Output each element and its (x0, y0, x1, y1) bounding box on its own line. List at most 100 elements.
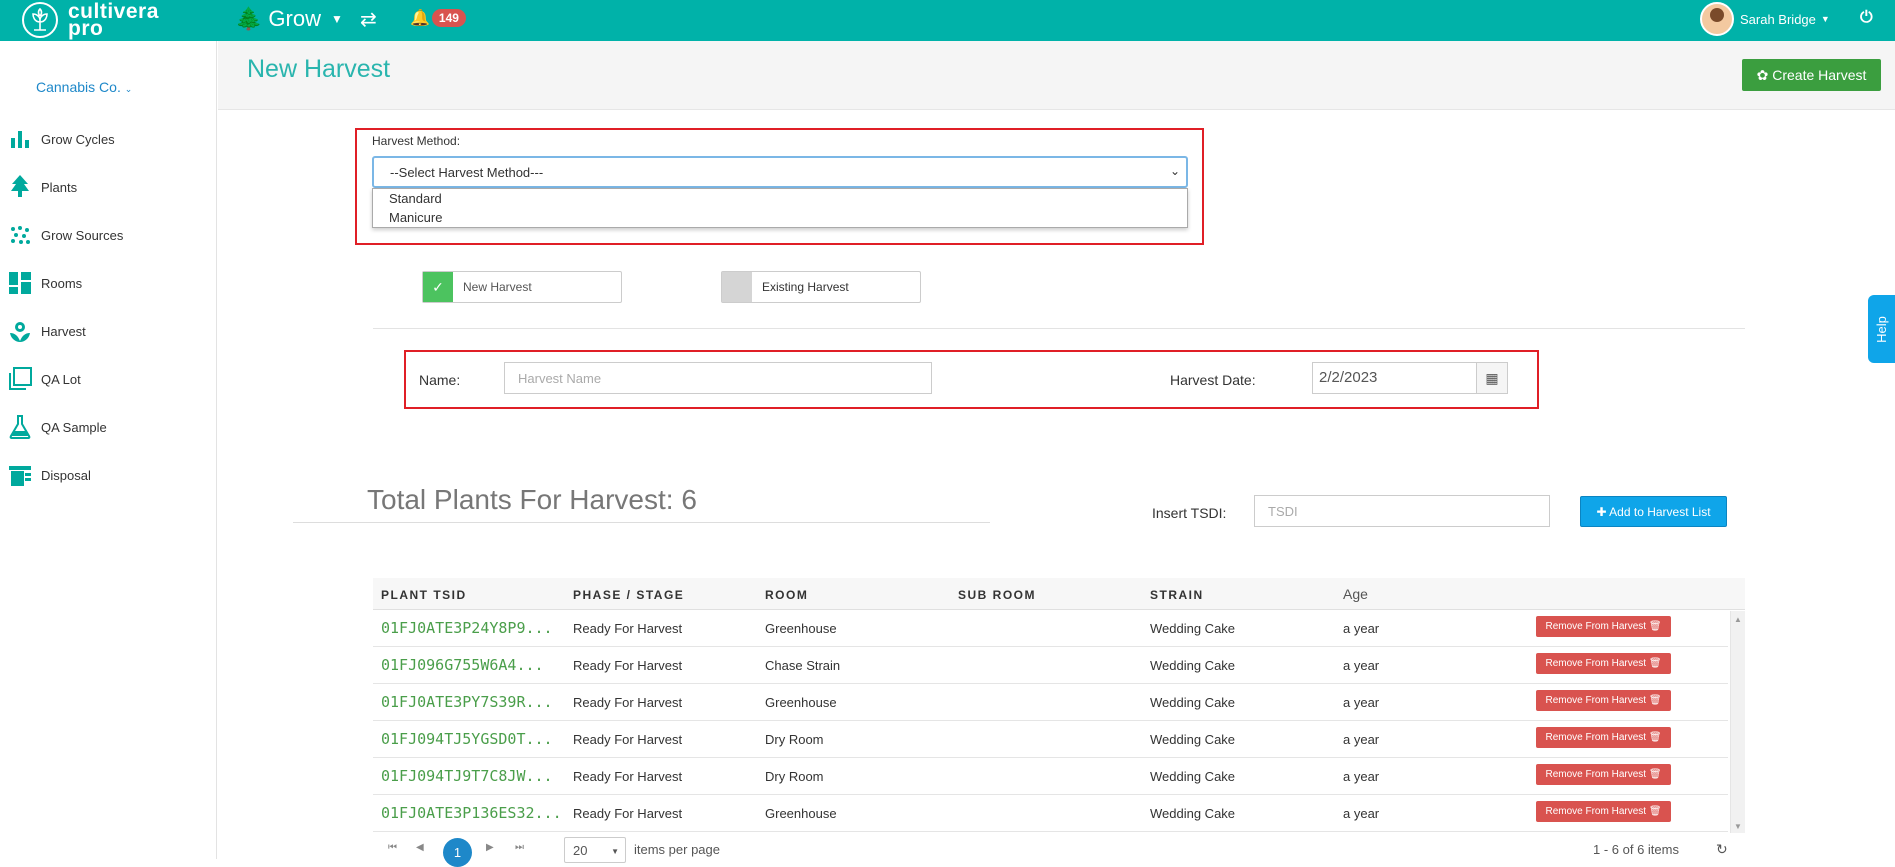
column-header-phase[interactable]: PHASE / STAGE (573, 588, 684, 602)
harvest-method-dropdown: Standard Manicure (372, 188, 1188, 228)
page-number-button[interactable]: 1 (443, 838, 472, 867)
first-page-icon[interactable]: ⏮ (388, 842, 397, 853)
column-header-age[interactable]: Age (1343, 586, 1368, 602)
harvest-method-select[interactable]: --Select Harvest Method--- ⌄ (372, 156, 1188, 188)
page-title: New Harvest (247, 55, 391, 83)
phase-cell: Ready For Harvest (573, 695, 683, 710)
remove-from-harvest-button[interactable]: Remove From Harvest 🗑 (1536, 801, 1671, 822)
age-cell: a year (1343, 769, 1380, 784)
bell-icon: 🔔 (410, 10, 430, 27)
plant-tsid[interactable]: 01FJ0ATE3P136ES32... (381, 804, 562, 822)
calendar-icon[interactable]: ▦ (1476, 362, 1508, 394)
sidebar-item-plants[interactable]: Plants (8, 175, 77, 199)
company-name: Cannabis Co. (36, 79, 121, 95)
sidebar-item-grow-sources[interactable]: Grow Sources (8, 223, 123, 247)
harvest-method-value: --Select Harvest Method--- (390, 165, 544, 180)
prev-page-icon[interactable]: ◀ (416, 842, 424, 853)
divider (293, 522, 990, 523)
strain-cell: Wedding Cake (1150, 695, 1236, 710)
remove-from-harvest-button[interactable]: Remove From Harvest 🗑 (1536, 690, 1671, 711)
cultivera-logo[interactable]: cultivera pro (22, 1, 159, 39)
page-size-value: 20 (573, 843, 588, 858)
total-plants-count: 6 (681, 484, 697, 515)
harvest-name-input[interactable]: Harvest Name (504, 362, 932, 394)
remove-from-harvest-button[interactable]: Remove From Harvest 🗑 (1536, 727, 1671, 748)
remove-from-harvest-button[interactable]: Remove From Harvest 🗑 (1536, 764, 1671, 785)
swap-icon[interactable]: ⇄ (360, 7, 377, 32)
sidebar-item-qa-sample[interactable]: QA Sample (8, 415, 107, 439)
plus-icon: ✚ (1596, 504, 1607, 519)
flower-icon (8, 319, 32, 343)
column-header-room[interactable]: ROOM (765, 588, 808, 602)
phase-cell: Ready For Harvest (573, 658, 683, 673)
room-cell: Greenhouse (765, 695, 837, 710)
sidebar-item-grow-cycles[interactable]: Grow Cycles (8, 127, 115, 151)
power-icon[interactable]: ⏻ (1860, 9, 1873, 27)
new-harvest-toggle[interactable]: ✓ New Harvest (422, 271, 622, 303)
age-cell: a year (1343, 621, 1380, 636)
remove-label: Remove From Harvest (1545, 769, 1647, 780)
caret-down-icon: ▼ (611, 847, 619, 856)
chevron-down-icon: ⌄ (1169, 164, 1180, 178)
plant-tsid[interactable]: 01FJ096G755W6A4... (381, 656, 544, 674)
page-header: New Harvest ✿ Create Harvest (218, 41, 1895, 110)
next-page-icon[interactable]: ▶ (486, 842, 494, 853)
company-selector[interactable]: Cannabis Co. ⌄ (36, 79, 132, 95)
scroll-up-icon[interactable]: ▲ (1731, 615, 1745, 624)
user-menu[interactable]: Sarah Bridge ▼ (1700, 2, 1830, 36)
harvest-date-input[interactable]: 2/2/2023 (1312, 362, 1478, 394)
table-row: 01FJ0ATE3P136ES32... Ready For Harvest G… (373, 795, 1728, 832)
column-header-plant-tsid[interactable]: PLANT TSID (381, 588, 467, 602)
option-manicure[interactable]: Manicure (373, 208, 1187, 227)
check-icon: ✓ (423, 272, 453, 302)
plant-tsid[interactable]: 01FJ0ATE3PY7S39R... (381, 693, 553, 711)
plant-tsid[interactable]: 01FJ0ATE3P24Y8P9... (381, 619, 553, 637)
help-tab[interactable]: Help (1868, 295, 1895, 363)
existing-harvest-toggle[interactable]: Existing Harvest (721, 271, 921, 303)
option-standard[interactable]: Standard (373, 189, 1187, 208)
avatar (1700, 2, 1734, 36)
remove-label: Remove From Harvest (1545, 732, 1647, 743)
sidebar-item-label: Plants (41, 179, 78, 195)
create-harvest-button[interactable]: ✿ Create Harvest (1742, 59, 1881, 91)
age-cell: a year (1343, 695, 1380, 710)
name-label: Name: (419, 372, 461, 388)
plant-tsid[interactable]: 01FJ094TJ5YGSD0T... (381, 730, 553, 748)
plants-table: PLANT TSID PHASE / STAGE ROOM SUB ROOM S… (373, 578, 1745, 833)
sidebar-item-label: Harvest (41, 323, 86, 339)
refresh-icon[interactable]: ↻ (1716, 841, 1728, 858)
sidebar-item-disposal[interactable]: Disposal (8, 463, 91, 487)
notifications-button[interactable]: 🔔 149 (410, 8, 466, 28)
grow-module-menu[interactable]: 🌲 Grow ▼ (235, 6, 343, 32)
tsdi-input[interactable]: TSDI (1254, 495, 1550, 527)
caret-down-icon: ▼ (330, 12, 343, 26)
caret-down-icon: ▼ (1820, 14, 1830, 24)
trash-icon (8, 463, 32, 487)
column-header-strain[interactable]: STRAIN (1150, 588, 1204, 602)
scroll-down-icon[interactable]: ▼ (1731, 822, 1745, 831)
sidebar-item-rooms[interactable]: Rooms (8, 271, 82, 295)
age-cell: a year (1343, 658, 1380, 673)
table-row: 01FJ094TJ5YGSD0T... Ready For Harvest Dr… (373, 721, 1728, 758)
sidebar-item-label: Rooms (41, 275, 83, 291)
page-size-select[interactable]: 20 ▼ (564, 837, 626, 863)
remove-from-harvest-button[interactable]: Remove From Harvest 🗑 (1536, 616, 1671, 637)
sidebar-item-qa-lot[interactable]: QA Lot (8, 367, 81, 391)
add-to-harvest-list-label: Add to Harvest List (1609, 504, 1711, 519)
table-row: 01FJ096G755W6A4... Ready For Harvest Cha… (373, 647, 1728, 684)
sidebar-item-label: Grow Cycles (41, 131, 115, 147)
table-scrollbar[interactable]: ▲ ▼ (1730, 611, 1745, 833)
sidebar-item-harvest[interactable]: Harvest (8, 319, 86, 343)
column-header-sub-room[interactable]: SUB ROOM (958, 588, 1036, 602)
remove-label: Remove From Harvest (1545, 658, 1647, 669)
remove-from-harvest-button[interactable]: Remove From Harvest 🗑 (1536, 653, 1671, 674)
phase-cell: Ready For Harvest (573, 806, 683, 821)
layers-icon (8, 367, 32, 391)
trash-icon: 🗑 (1648, 695, 1662, 706)
tree-icon: 🌲 (235, 6, 263, 31)
plant-tsid[interactable]: 01FJ094TJ9T7C8JW... (381, 767, 553, 785)
add-to-harvest-list-button[interactable]: ✚ Add to Harvest List (1580, 496, 1727, 527)
room-cell: Dry Room (765, 732, 824, 747)
pager: ⏮ ◀ 1 ▶ ⏭ 20 ▼ items per page 1 - 6 of 6… (373, 837, 1745, 867)
last-page-icon[interactable]: ⏭ (515, 842, 524, 853)
